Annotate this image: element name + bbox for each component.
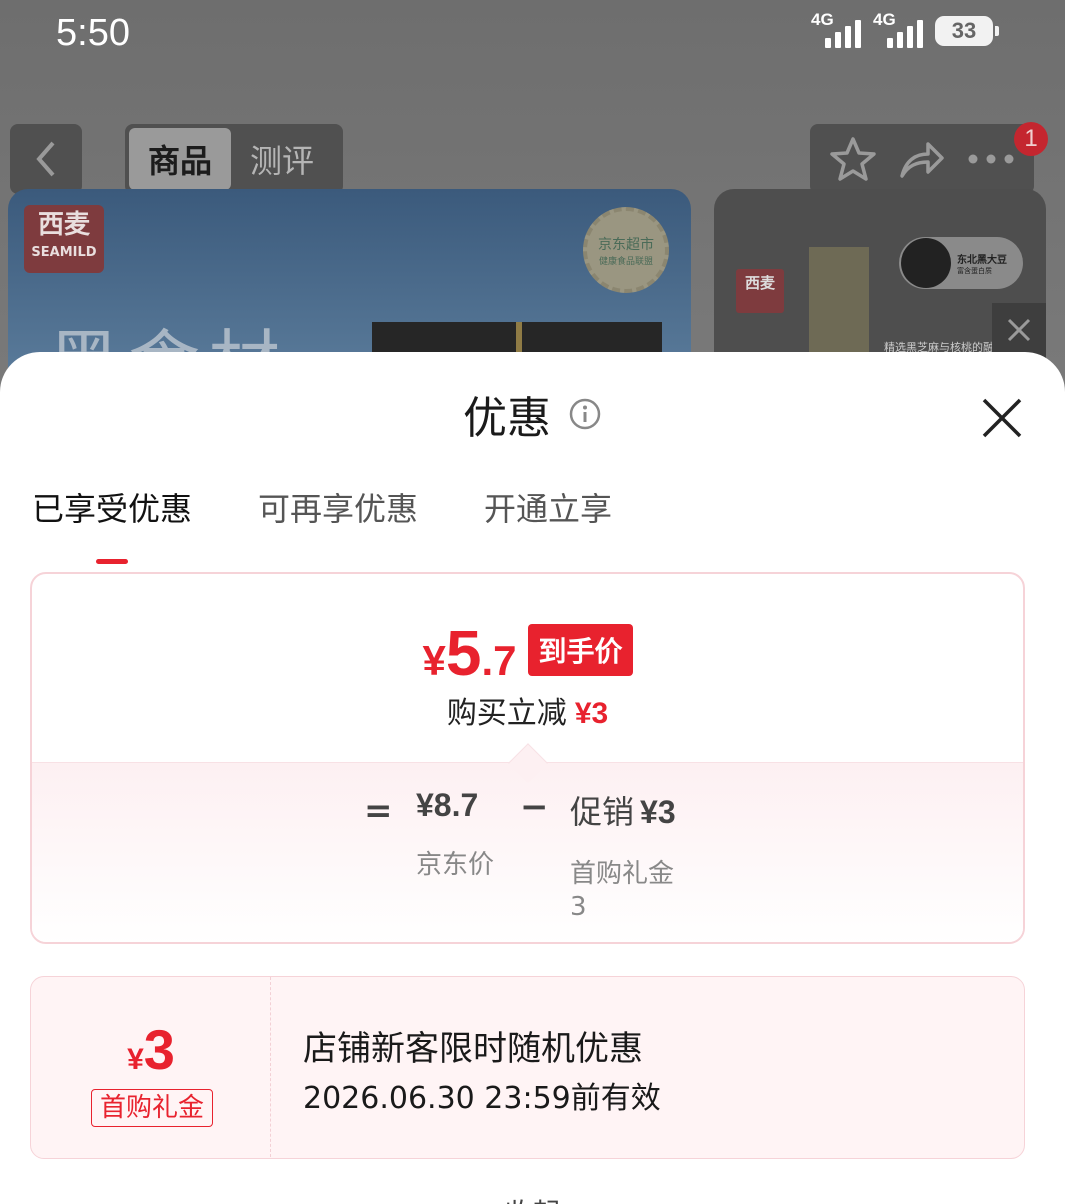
back-button[interactable]: [10, 124, 82, 194]
signal-label: 4G: [873, 10, 896, 29]
close-icon: [982, 398, 1022, 438]
final-price-row: ¥5.7 到手价: [32, 616, 1023, 690]
share-icon[interactable]: [898, 138, 946, 180]
sheet-header: 优惠: [0, 382, 1065, 452]
battery-icon: 33: [935, 16, 999, 46]
notification-badge: 1: [1014, 122, 1048, 156]
tab-product[interactable]: 商品: [129, 128, 231, 190]
tab-activate-discounts[interactable]: 开通立享: [484, 484, 612, 564]
signal-icon: 4G: [811, 10, 861, 48]
product-pack: [809, 247, 869, 357]
collapse-button[interactable]: 收起: [0, 1192, 1065, 1204]
bean-badge: 东北黑大豆 富含蛋白质: [899, 237, 1023, 289]
product-tabs: 商品 测评: [125, 124, 343, 194]
close-button[interactable]: [976, 392, 1028, 444]
sheet-title: 优惠: [462, 393, 551, 444]
jd-price-column: ¥8.7 京东价: [416, 787, 494, 881]
promo-detail-value: 3: [570, 892, 587, 922]
coupon-title: 店铺新客限时随机优惠: [303, 1029, 643, 1069]
price-summary-card: ¥5.7 到手价 购买立减 ¥3 = ¥8.7 京东价 − 促销 ¥3 首购礼金 3: [30, 572, 1025, 944]
signal-label: 4G: [811, 10, 834, 29]
final-price-tag: 到手价: [528, 624, 633, 676]
coupon-type-badge: 首购礼金: [91, 1089, 214, 1127]
equals-sign: =: [364, 791, 393, 831]
coupon-card[interactable]: ¥3 首购礼金 店铺新客限时随机优惠 2026.06.30 23:59前有效: [30, 976, 1025, 1159]
top-right-toolbar: [810, 124, 1034, 194]
status-bar: 5:50 4G 4G 33: [0, 0, 1065, 80]
status-icons: 4G 4G 33: [811, 10, 999, 48]
product-page-background: 5:50 4G 4G 33 商品 测评 1 西麦 SEAMILD 京东超市 健康…: [0, 0, 1065, 400]
jd-supermarket-seal: 京东超市 健康食品联盟: [583, 207, 669, 293]
coupon-amount: ¥3: [127, 1018, 175, 1081]
jd-price-label: 京东价: [416, 850, 495, 880]
reduction-amount: ¥3: [574, 697, 609, 730]
discount-sheet: 优惠 已享受优惠 可再享优惠 开通立享 ¥5.7 到手价 购买立减 ¥3 = ¥8…: [0, 352, 1065, 1204]
final-price: ¥5.7: [422, 617, 517, 689]
jd-price: ¥8.7: [416, 787, 479, 823]
promo-column: 促销 ¥3 首购礼金 3: [570, 787, 676, 922]
close-icon[interactable]: [992, 303, 1046, 357]
signal-icon: 4G: [873, 10, 923, 48]
info-icon[interactable]: [568, 397, 602, 431]
brand-logo: 西麦 SEAMILD: [24, 205, 104, 273]
brand-logo-small: 西麦: [736, 269, 784, 313]
star-icon[interactable]: [829, 136, 877, 182]
reduction-label: 购买立减: [446, 696, 567, 731]
final-price-section: ¥5.7 到手价 购买立减 ¥3: [32, 574, 1023, 762]
status-time: 5:50: [56, 12, 130, 54]
discount-tabs: 已享受优惠 可再享优惠 开通立享: [32, 484, 612, 564]
tab-review[interactable]: 测评: [231, 128, 333, 190]
chevron-left-icon: [36, 141, 55, 177]
minus-sign: −: [520, 787, 549, 827]
promo-detail-label: 首购礼金: [570, 859, 675, 889]
tab-enjoyed-discounts[interactable]: 已享受优惠: [32, 484, 192, 564]
more-icon[interactable]: [967, 153, 1015, 165]
price-breakdown: = ¥8.7 京东价 − 促销 ¥3 首购礼金 3: [32, 743, 1023, 942]
promo-amount-row: 促销 ¥3: [570, 793, 676, 831]
coupon-validity: 2026.06.30 23:59前有效: [303, 1081, 661, 1116]
tab-more-discounts[interactable]: 可再享优惠: [258, 484, 418, 564]
coupon-value-section: ¥3 首购礼金: [31, 977, 271, 1157]
instant-reduction: 购买立减 ¥3: [32, 688, 1023, 732]
